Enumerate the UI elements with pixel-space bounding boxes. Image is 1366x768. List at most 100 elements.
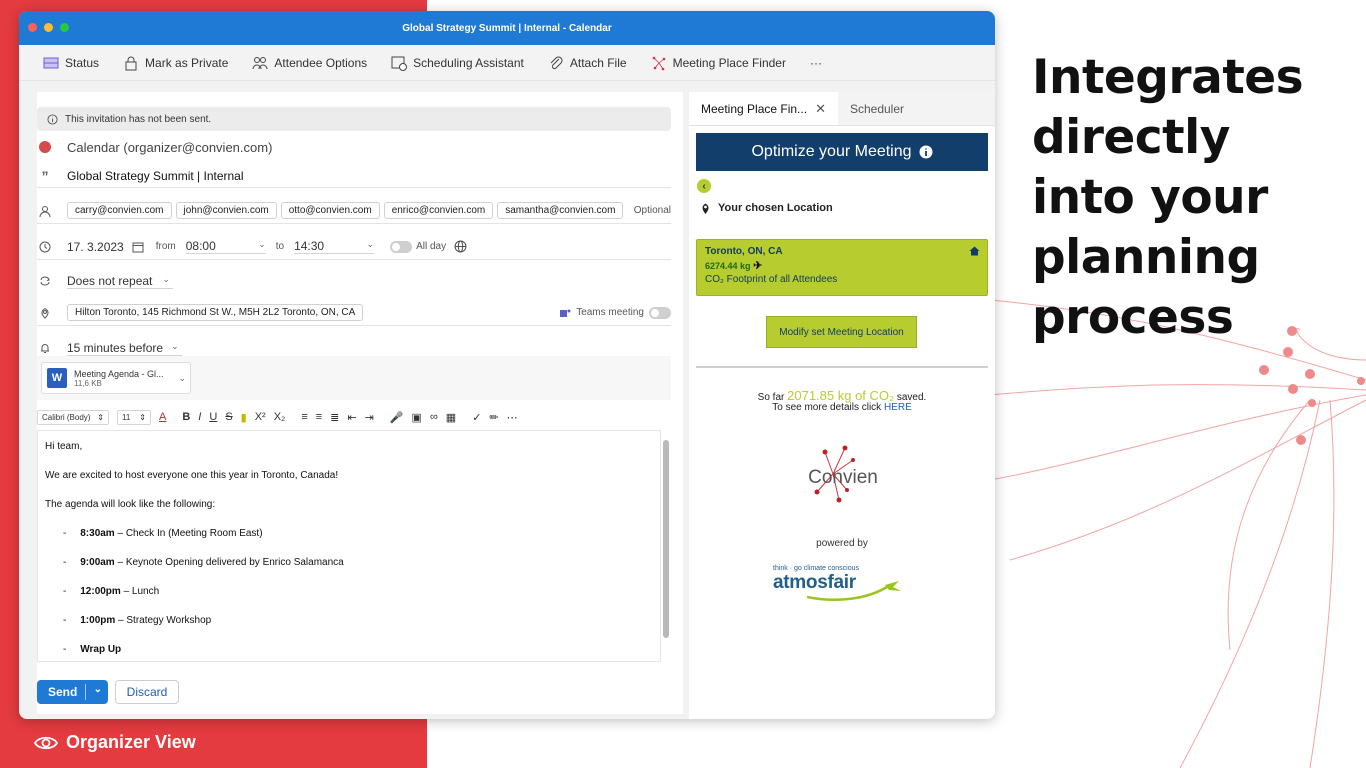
underline-icon[interactable]: U [209,411,217,423]
agenda-desc: – Check In (Meeting Room East) [114,528,263,539]
bold-icon[interactable]: B [182,411,190,423]
attachment-card[interactable]: W Meeting Agenda - Gl... 11,6 KB ⌄ [41,362,191,394]
back-arrow-icon[interactable]: ‹ [697,179,711,193]
headline-line: planning [1032,230,1260,285]
send-button[interactable]: Send ⌄ [37,680,108,704]
modify-location-button[interactable]: Modify set Meeting Location [766,316,917,348]
spelling-icon[interactable]: ✓ [472,411,481,424]
event-title-input[interactable]: Global Strategy Summit | Internal [67,169,244,183]
close-icon[interactable]: ✕ [815,101,826,117]
attendee-options-label: Attendee Options [274,55,368,70]
body-scrollbar[interactable] [663,440,669,638]
agenda-desc: – Keynote Opening delivered by Enrico Sa… [114,557,344,568]
mark-private-button[interactable]: Mark as Private [113,50,238,76]
dictate-icon[interactable]: 🎤 [390,411,404,424]
discard-button[interactable]: Discard [115,680,179,704]
window-controls [28,23,69,32]
subscript-icon[interactable]: X₂ [274,411,286,423]
zoom-window-button[interactable] [60,23,69,32]
font-color-icon[interactable]: A [159,411,166,423]
tab-scheduler[interactable]: Scheduler [838,92,916,125]
info-icon[interactable] [919,145,933,159]
highlight-icon[interactable]: ▮ [241,411,247,424]
co2-saved-text: So far 2071.85 kg of CO₂ saved. [689,388,995,403]
font-size-select[interactable]: 11 ⇕ [117,409,151,425]
attendee-chip[interactable]: samantha@convien.com [497,202,624,219]
more-options-button[interactable]: ··· [800,50,832,76]
person-icon [37,203,53,219]
calendar-clock-icon [391,56,408,71]
headline-line: Integrates [1032,50,1304,105]
outdent-icon[interactable]: ⇤ [347,411,356,424]
more-formatting-icon[interactable]: ⋯ [507,411,518,424]
tab-meeting-place-finder-label: Meeting Place Fin... [701,101,808,116]
meeting-place-finder-button[interactable]: Meeting Place Finder [641,50,796,76]
align-icon[interactable]: ≣ [330,411,339,424]
all-day-toggle[interactable] [390,240,413,253]
reminder-select[interactable]: 15 minutes before ⌄ [67,341,182,356]
optional-attendees-link[interactable]: Optional [634,205,671,216]
lock-icon [125,56,137,70]
attendee-options-button[interactable]: Attendee Options [242,50,377,76]
repeat-select[interactable]: Does not repeat ⌄ [67,274,173,289]
strikethrough-icon[interactable]: S [225,411,232,423]
calendar-picker-icon[interactable] [132,241,144,253]
attendee-chip[interactable]: john@convien.com [175,202,277,219]
scheduling-assistant-label: Scheduling Assistant [413,55,524,70]
font-family-select[interactable]: Calibri (Body) ⇕ [37,409,109,425]
end-time-select[interactable]: 14:30 ⌄ [294,239,375,254]
minimize-window-button[interactable] [44,23,53,32]
status-icon [43,57,59,68]
tab-meeting-place-finder[interactable]: Meeting Place Fin... ✕ [689,92,838,125]
window-titlebar: Global Strategy Summit | Internal - Cale… [19,11,995,45]
bullet-list-icon[interactable]: ≡ [301,411,307,423]
location-chip[interactable]: Hilton Toronto, 145 Richmond St W., M5H … [67,304,364,321]
meeting-place-finder-label: Meeting Place Finder [672,55,786,70]
location-card[interactable]: Toronto, ON, CA 6274.44 kg ✈ CO₂ Footpri… [696,239,988,296]
numbered-list-icon[interactable]: ≡ [316,411,322,423]
scheduling-assistant-button[interactable]: Scheduling Assistant [381,50,534,76]
ribbon-toolbar: Status Mark as Private Attendee Options … [19,45,995,81]
discard-label: Discard [126,685,168,699]
attachments-area: W Meeting Agenda - Gl... 11,6 KB ⌄ [37,356,671,400]
send-options-chevron-icon[interactable]: ⌄ [94,684,102,695]
start-date-field[interactable]: 17. 3.2023 [67,240,124,254]
location-emissions: 6274.44 kg ✈ [705,259,979,272]
attendee-chip[interactable]: otto@convien.com [280,202,380,219]
insert-picture-icon[interactable]: ▣ [412,411,422,424]
teams-meeting-toggle[interactable] [649,306,671,319]
teams-meeting-option: Teams meeting [559,306,671,319]
calendar-selector[interactable]: Calendar (organizer@convien.com) [67,140,272,155]
format-painter-icon[interactable]: ✏ [489,411,498,424]
attendee-chip[interactable]: carry@convien.com [67,202,172,219]
repeat-row: Does not repeat ⌄ [37,270,671,292]
indent-icon[interactable]: ⇥ [365,411,374,424]
details-link[interactable]: HERE [884,402,912,413]
italic-icon[interactable]: I [198,411,201,423]
bell-icon [37,340,53,356]
mark-private-label: Mark as Private [145,55,229,70]
superscript-icon[interactable]: X² [255,411,266,423]
attachment-menu-chevron-icon[interactable]: ⌄ [178,373,186,384]
attach-file-button[interactable]: Attach File [538,50,637,76]
chosen-location-label: Your chosen Location [718,202,833,214]
eye-icon [34,736,58,749]
chevron-down-icon: ⌄ [162,273,170,284]
start-time-select[interactable]: 08:00 ⌄ [185,239,266,254]
message-body[interactable]: Hi team, We are excited to host everyone… [37,430,661,662]
font-family-value: Calibri (Body) [42,412,91,422]
table-icon[interactable]: ▦ [446,411,456,424]
not-sent-banner: This invitation has not been sent. [37,107,671,131]
status-button[interactable]: Status [33,50,109,76]
optimize-header: Optimize your Meeting [696,133,988,171]
attendee-chip[interactable]: enrico@convien.com [383,202,494,219]
globe-icon[interactable] [454,240,467,253]
attachment-info: Meeting Agenda - Gl... 11,6 KB [74,369,164,388]
banner-text: This invitation has not been sent. [65,113,212,125]
atmosfair-tagline: think · go climate conscious [773,565,859,572]
font-size-value: 11 [122,412,131,422]
link-icon[interactable]: ∞ [430,411,438,423]
close-window-button[interactable] [28,23,37,32]
send-split-divider [85,684,86,700]
info-icon [47,113,58,125]
